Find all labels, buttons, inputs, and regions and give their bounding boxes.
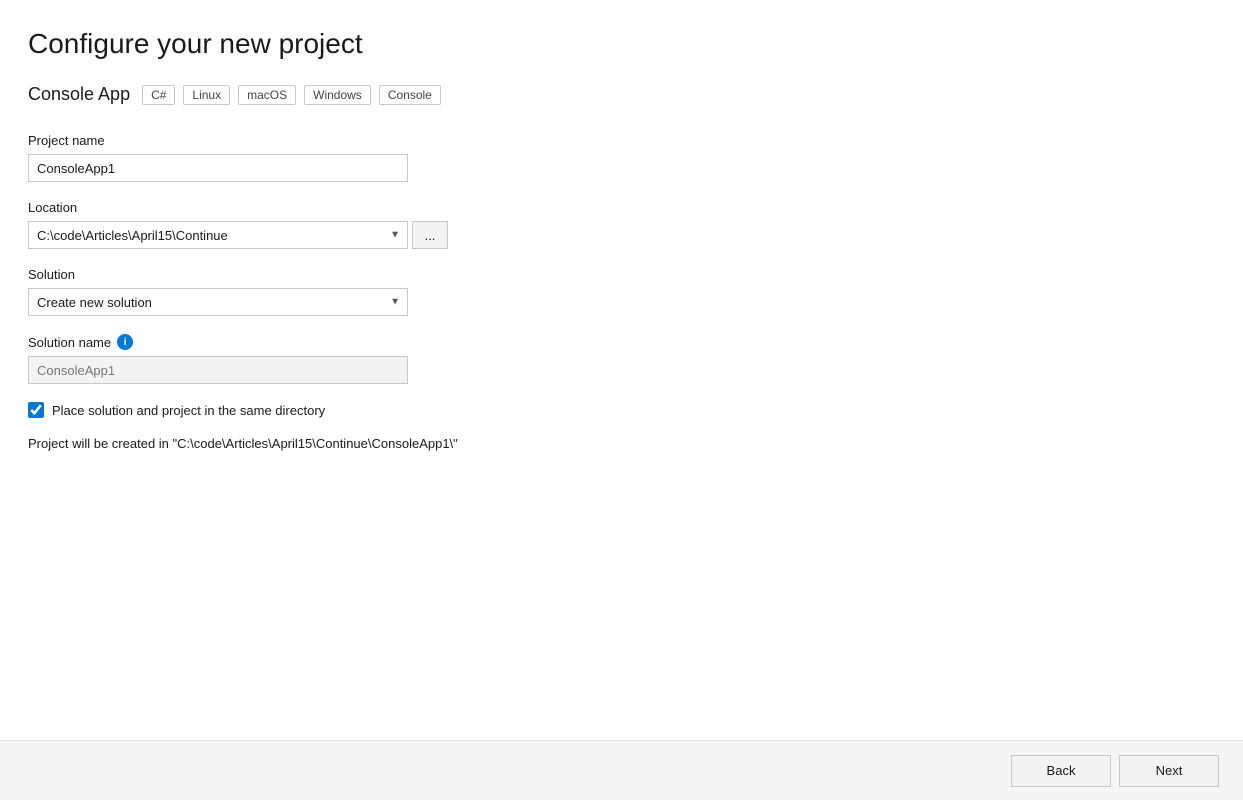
project-name-input[interactable] [28,154,408,182]
back-button[interactable]: Back [1011,755,1111,787]
project-path-info: Project will be created in "C:\code\Arti… [28,436,1203,451]
solution-name-info-icon[interactable]: i [117,334,133,350]
tag-linux: Linux [183,85,230,105]
location-label: Location [28,200,1203,215]
solution-section: Solution Create new solution Add to exis… [28,267,1203,316]
next-button[interactable]: Next [1119,755,1219,787]
main-container: Configure your new project Console App C… [0,0,1243,800]
project-type-name: Console App [28,84,130,105]
solution-name-section: Solution name i [28,334,1203,384]
same-directory-label[interactable]: Place solution and project in the same d… [52,403,325,418]
tag-macos: macOS [238,85,296,105]
browse-button[interactable]: ... [412,221,448,249]
tag-console: Console [379,85,441,105]
solution-select[interactable]: Create new solution Add to existing solu… [28,288,408,316]
same-directory-checkbox[interactable] [28,402,44,418]
same-directory-checkbox-row: Place solution and project in the same d… [28,402,1203,418]
tag-windows: Windows [304,85,371,105]
solution-label: Solution [28,267,1203,282]
location-select-wrapper: C:\code\Articles\April15\Continue ▼ [28,221,408,249]
page-title: Configure your new project [28,28,1203,60]
bottom-bar: Back Next [0,740,1243,800]
solution-name-label: Solution name i [28,334,1203,350]
location-select[interactable]: C:\code\Articles\April15\Continue [28,221,408,249]
project-name-section: Project name [28,133,1203,182]
project-type-row: Console App C# Linux macOS Windows Conso… [28,84,1203,105]
solution-select-wrapper: Create new solution Add to existing solu… [28,288,408,316]
project-name-label: Project name [28,133,1203,148]
solution-name-input[interactable] [28,356,408,384]
tag-csharp: C# [142,85,175,105]
location-section: Location C:\code\Articles\April15\Contin… [28,200,1203,249]
location-row: C:\code\Articles\April15\Continue ▼ ... [28,221,1203,249]
